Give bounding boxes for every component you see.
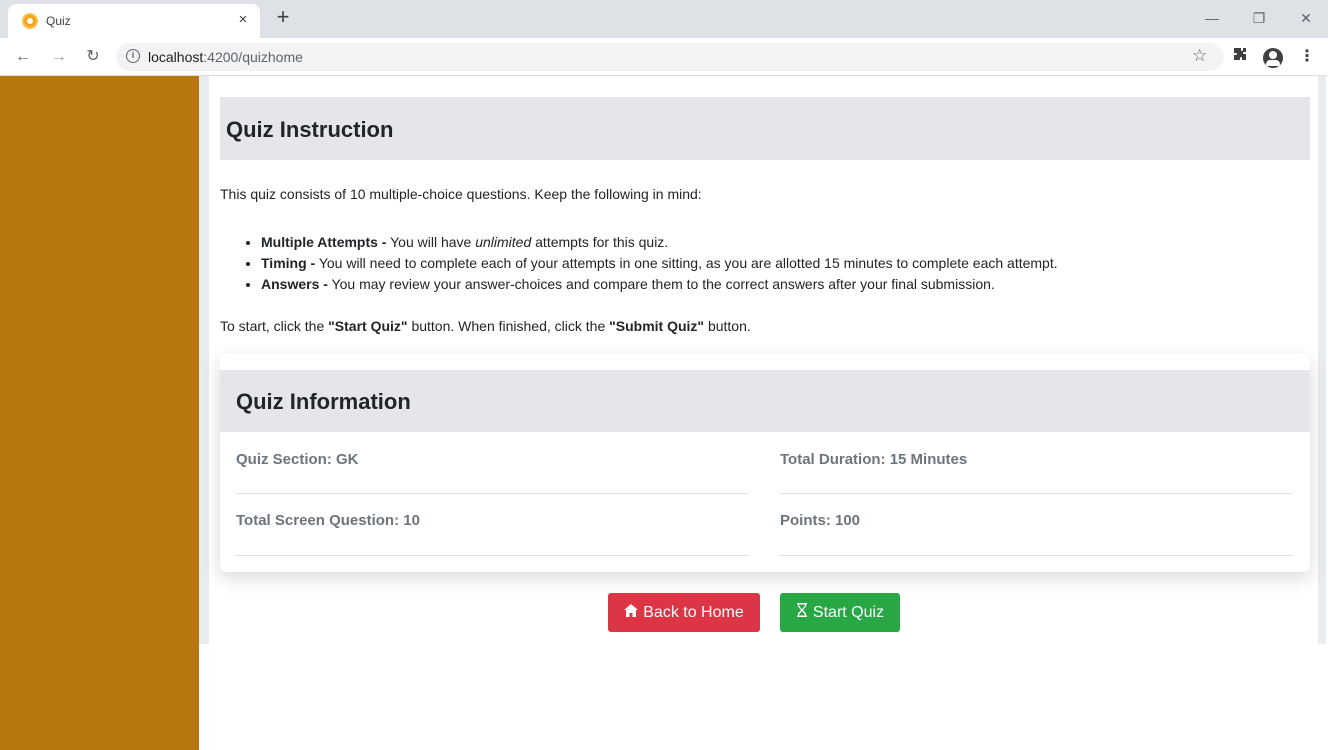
instruction-intro: This quiz consists of 10 multiple-choice… [220, 186, 702, 202]
quiz-section-label: Quiz Section: GK [236, 451, 359, 468]
extensions-icon[interactable] [1229, 46, 1251, 68]
list-item: Multiple Attempts - You will have unlimi… [246, 232, 1058, 253]
tab-title: Quiz [46, 14, 71, 28]
forward-arrow-icon[interactable]: → [48, 46, 70, 68]
instruction-header: Quiz Instruction [220, 97, 1310, 160]
tab-close-icon[interactable]: × [234, 11, 252, 29]
bookmark-star-icon[interactable]: ☆ [1192, 46, 1207, 66]
start-quiz-button[interactable]: Start Quiz [780, 593, 900, 632]
instruction-title: Quiz Instruction [226, 117, 394, 142]
browser-toolbar: ← → ↻ i localhost:4200/quizhome ☆ ⋮ [0, 38, 1328, 76]
back-arrow-icon[interactable]: ← [12, 46, 34, 68]
divider [236, 555, 748, 556]
total-duration-label: Total Duration: 15 Minutes [780, 451, 968, 468]
content-border-left [199, 76, 209, 644]
quiz-info-card: Quiz Information Quiz Section: GK Total … [220, 354, 1310, 572]
list-item: Timing - You will need to complete each … [246, 253, 1058, 274]
home-icon [624, 593, 639, 632]
total-questions-label: Total Screen Question: 10 [236, 512, 420, 529]
url-text: localhost:4200/quizhome [148, 49, 303, 65]
profile-avatar-icon[interactable] [1263, 48, 1283, 68]
minimize-icon[interactable]: — [1200, 7, 1224, 29]
back-to-home-label: Back to Home [643, 604, 744, 621]
reload-icon[interactable]: ↻ [82, 46, 104, 68]
quiz-info-header: Quiz Information [220, 370, 1310, 432]
restore-icon[interactable]: ❐ [1247, 7, 1271, 29]
start-quiz-label: Start Quiz [812, 604, 885, 621]
divider [780, 493, 1292, 494]
points-label: Points: 100 [780, 512, 861, 529]
list-item: Answers - You may review your answer-cho… [246, 274, 1058, 295]
menu-kebab-icon[interactable]: ⋮ [1296, 46, 1318, 68]
sidebar [0, 76, 199, 750]
quiz-info-title: Quiz Information [236, 389, 411, 414]
back-to-home-button[interactable]: Back to Home [608, 593, 760, 632]
divider [780, 555, 1292, 556]
start-note: To start, click the "Start Quiz" button.… [220, 318, 751, 334]
close-window-icon[interactable]: ✕ [1294, 7, 1318, 29]
instruction-list: Multiple Attempts - You will have unlimi… [246, 232, 1058, 295]
new-tab-button[interactable]: + [272, 6, 294, 29]
divider [236, 493, 748, 494]
hourglass-icon [796, 593, 808, 632]
browser-tab[interactable]: Quiz × [8, 4, 260, 38]
site-info-icon[interactable]: i [126, 49, 140, 63]
browser-tabstrip: Quiz × + — ❐ ✕ [0, 0, 1328, 38]
content-border-right [1318, 76, 1326, 644]
address-bar[interactable]: i localhost:4200/quizhome ☆ [116, 43, 1224, 71]
quiz-favicon-icon [22, 13, 38, 29]
